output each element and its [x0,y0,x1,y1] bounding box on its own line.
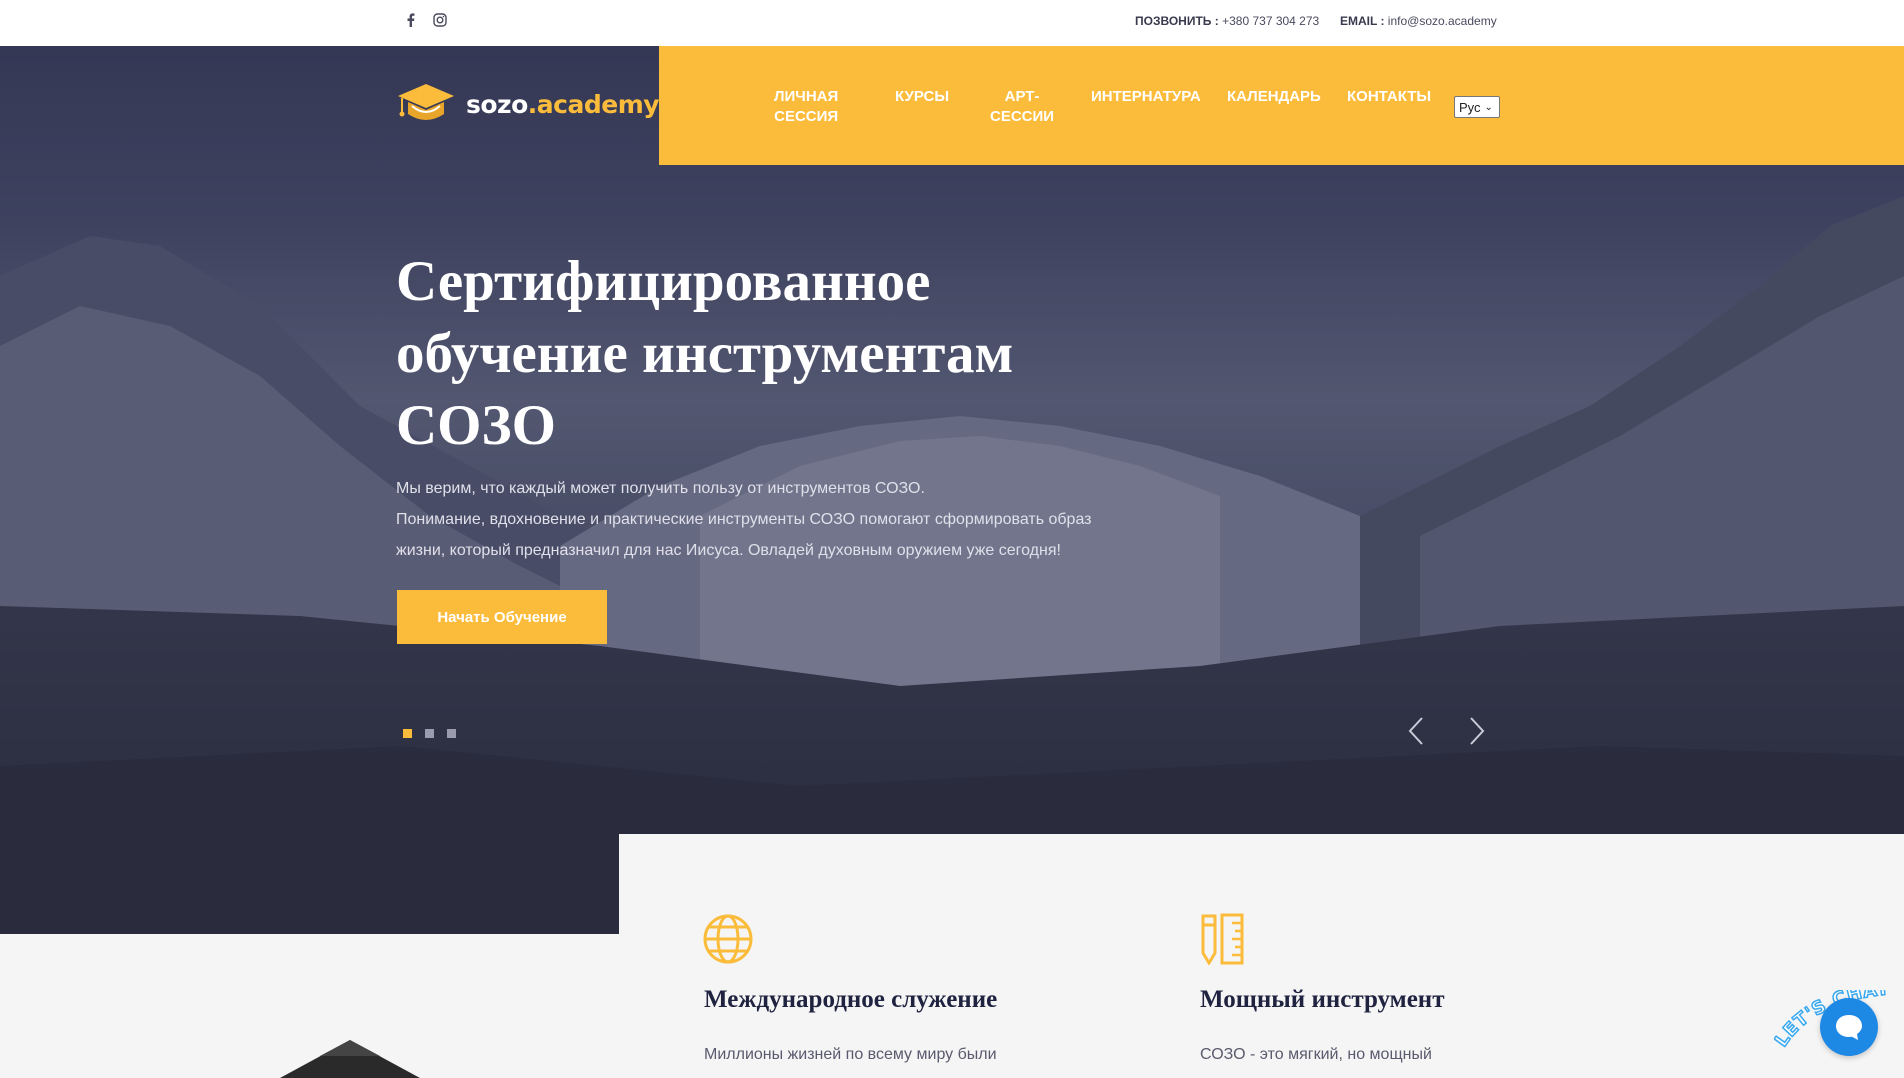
feature-text-2: СОЗО - это мягкий, но мощный [1200,1046,1432,1063]
language-select[interactable]: Рус ⌄ [1454,96,1500,118]
phone-contact[interactable]: ПОЗВОНИТЬ : +380 737 304 273 [1135,14,1319,28]
feature-title-2: Мощный инструмент [1200,986,1445,1013]
hero-description: Мы верим, что каждый может получить поль… [396,480,1092,559]
logo-text: sozo.academy [466,89,660,119]
slider-dot-3[interactable] [447,729,456,738]
phone-label: ПОЗВОНИТЬ : [1135,14,1219,28]
email-label: EMAIL : [1340,14,1385,28]
slider-prev-arrow[interactable] [1405,716,1427,746]
phone-number[interactable]: +380 737 304 273 [1222,14,1319,28]
nav-calendar[interactable]: КАЛЕНДАРЬ [1227,87,1321,107]
slider-next-arrow[interactable] [1466,716,1488,746]
chevron-right-icon [1470,717,1485,745]
nav-art-sessions[interactable]: АРТ- СЕССИИ [990,87,1054,127]
chevron-left-icon [1408,717,1423,745]
nav-internship[interactable]: ИНТЕРНАТУРА [1091,87,1201,107]
nav-contacts[interactable]: КОНТАКТЫ [1347,87,1431,107]
pencil-ruler-icon [1200,913,1252,966]
site-logo[interactable]: sozo.academy [396,80,660,128]
chat-bubble-icon [1836,1015,1862,1040]
nav-personal-session[interactable]: ЛИЧНАЯ СЕССИЯ [774,87,838,127]
instagram-icon[interactable] [432,12,448,28]
feature-title-1: Международное служение [704,986,998,1013]
nav-courses[interactable]: КУРСЫ [895,87,949,107]
email-contact[interactable]: EMAIL : info@sozo.academy [1340,14,1497,28]
facebook-icon[interactable] [403,12,419,28]
features-section [619,834,1904,1078]
graduation-cap-image [280,1040,420,1078]
hero-title: Сертифицированное обучение инструментам … [396,250,1014,457]
feature-text-1: Миллионы жизней по всему миру были [704,1046,997,1063]
email-address[interactable]: info@sozo.academy [1388,14,1497,28]
top-bar: ПОЗВОНИТЬ : +380 737 304 273 EMAIL : inf… [0,0,1904,46]
slider-dot-2[interactable] [425,729,434,738]
chat-button[interactable] [1820,998,1878,1056]
language-value: Рус [1459,99,1481,115]
globe-icon [702,913,754,965]
chevron-down-icon: ⌄ [1484,101,1493,113]
slider-dot-1[interactable] [403,729,412,738]
graduation-cap-icon [398,84,454,120]
start-learning-button[interactable]: Начать Обучение [397,590,607,644]
